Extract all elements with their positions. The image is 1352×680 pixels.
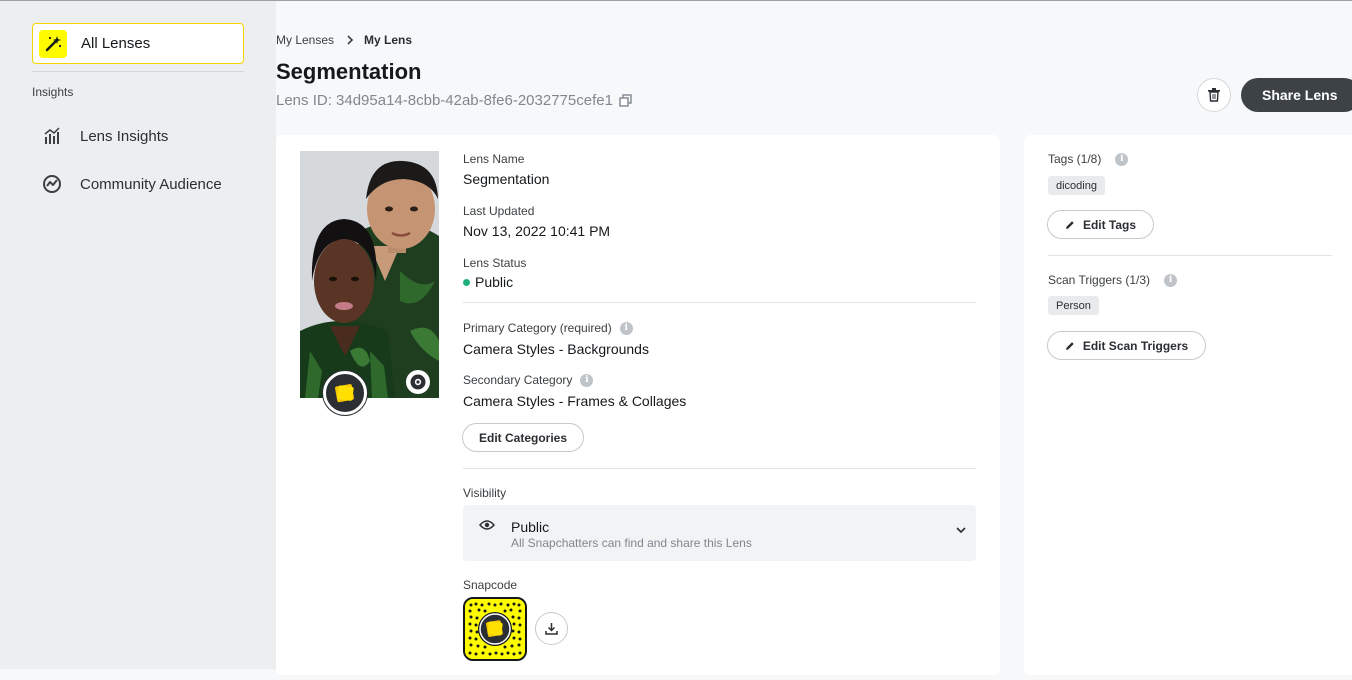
secondary-category-label: Secondary Category i bbox=[463, 373, 594, 387]
lens-id-text: Lens ID: 34d95a14-8cbb-42ab-8fe6-2032775… bbox=[276, 92, 613, 109]
lens-preview-image bbox=[300, 151, 439, 398]
secondary-category-label-text: Secondary Category bbox=[463, 373, 573, 387]
primary-category-label-text: Primary Category (required) bbox=[463, 321, 612, 335]
delete-button[interactable] bbox=[1197, 78, 1231, 112]
pencil-icon bbox=[1065, 220, 1075, 230]
breadcrumb: My Lenses My Lens bbox=[276, 33, 412, 47]
lens-details-card: Lens Name Segmentation Last Updated Nov … bbox=[276, 135, 1000, 675]
lens-status-label: Lens Status bbox=[463, 256, 527, 270]
visibility-value: Public bbox=[511, 519, 550, 535]
lens-status: Public bbox=[463, 274, 513, 290]
tag-chip: dicoding bbox=[1048, 176, 1105, 195]
chevron-right-icon bbox=[346, 35, 354, 45]
edit-categories-button[interactable]: Edit Categories bbox=[462, 423, 584, 452]
last-updated-value: Nov 13, 2022 10:41 PM bbox=[463, 223, 611, 239]
trend-circle-icon bbox=[40, 172, 64, 196]
lens-name-label: Lens Name bbox=[463, 152, 525, 166]
breadcrumb-current: My Lens bbox=[364, 33, 413, 47]
sidebar-item-label: Lens Insights bbox=[80, 127, 169, 145]
divider bbox=[1048, 255, 1332, 256]
visibility-select[interactable]: Public All Snapchatters can find and sha… bbox=[463, 505, 976, 561]
info-icon[interactable]: i bbox=[1164, 273, 1178, 287]
page-title: Segmentation bbox=[276, 59, 422, 84]
scan-trigger-chip: Person bbox=[1048, 296, 1099, 315]
all-lenses-label: All Lenses bbox=[81, 35, 151, 52]
sidebar-item-community-audience[interactable]: Community Audience bbox=[40, 169, 222, 199]
edit-tags-label: Edit Tags bbox=[1082, 217, 1137, 232]
eye-icon bbox=[479, 519, 495, 531]
download-snapcode-button[interactable] bbox=[535, 612, 568, 645]
edit-scan-triggers-button[interactable]: Edit Scan Triggers bbox=[1047, 331, 1206, 360]
breadcrumb-my-lenses[interactable]: My Lenses bbox=[276, 33, 334, 47]
magic-wand-icon bbox=[39, 29, 67, 58]
info-icon[interactable]: i bbox=[619, 321, 633, 335]
lens-id: Lens ID: 34d95a14-8cbb-42ab-8fe6-2032775… bbox=[276, 92, 632, 109]
tags-card: Tags (1/8) i dicoding Edit Tags Scan Tri… bbox=[1024, 135, 1352, 675]
lens-status-value: Public bbox=[475, 274, 514, 290]
visibility-label: Visibility bbox=[463, 486, 507, 500]
tags-label: Tags (1/8) i bbox=[1048, 152, 1129, 166]
edit-tags-button[interactable]: Edit Tags bbox=[1047, 210, 1154, 239]
snapcode-label: Snapcode bbox=[463, 578, 518, 592]
sidebar-item-label: Community Audience bbox=[80, 175, 222, 193]
pencil-icon bbox=[1065, 341, 1075, 351]
lens-name-value: Segmentation bbox=[463, 171, 550, 187]
info-icon[interactable]: i bbox=[1115, 152, 1129, 166]
download-icon bbox=[545, 622, 558, 635]
info-icon[interactable]: i bbox=[580, 373, 594, 387]
last-updated-label: Last Updated bbox=[463, 204, 535, 218]
copy-icon[interactable] bbox=[619, 94, 632, 107]
divider bbox=[463, 302, 976, 303]
scan-triggers-label-text: Scan Triggers (1/3) bbox=[1048, 273, 1151, 287]
sidebar: All Lenses Insights Lens Insights Commun… bbox=[0, 1, 276, 669]
tags-label-text: Tags (1/8) bbox=[1048, 152, 1102, 166]
trash-icon bbox=[1208, 88, 1220, 102]
divider bbox=[463, 468, 976, 469]
camera-icon[interactable] bbox=[406, 370, 430, 394]
lens-icon-badge bbox=[323, 371, 367, 415]
primary-category-value: Camera Styles - Backgrounds bbox=[463, 341, 649, 357]
share-lens-button[interactable]: Share Lens bbox=[1241, 78, 1352, 112]
visibility-description: All Snapchatters can find and share this… bbox=[511, 536, 752, 550]
chevron-down-icon bbox=[956, 526, 966, 534]
edit-scan-triggers-label: Edit Scan Triggers bbox=[1082, 338, 1189, 353]
snapcode-image[interactable] bbox=[463, 597, 527, 661]
sidebar-section-insights: Insights bbox=[32, 85, 74, 99]
sidebar-item-lens-insights[interactable]: Lens Insights bbox=[40, 121, 168, 151]
status-dot bbox=[463, 278, 470, 286]
secondary-category-value: Camera Styles - Frames & Collages bbox=[463, 393, 687, 409]
scan-triggers-label: Scan Triggers (1/3) i bbox=[1048, 273, 1178, 287]
all-lenses-button[interactable]: All Lenses bbox=[32, 23, 244, 64]
bar-chart-icon bbox=[40, 124, 64, 148]
primary-category-label: Primary Category (required) i bbox=[463, 321, 633, 335]
sidebar-divider bbox=[32, 71, 244, 72]
